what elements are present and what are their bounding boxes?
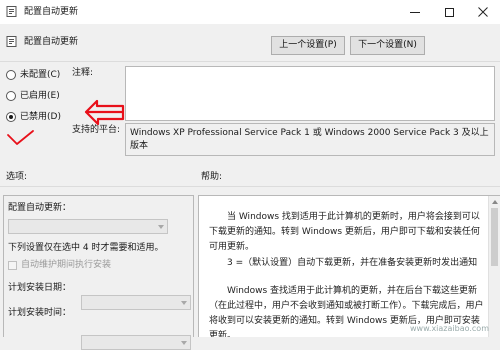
radio-label: 已启用(E) — [20, 91, 60, 101]
policy-icon — [6, 36, 17, 47]
help-paragraph: 3 =（默认设置）自动下载更新，并在准备安装更新时发出通知 — [227, 258, 478, 268]
minimize-icon — [410, 11, 420, 13]
radio-button[interactable] — [6, 70, 16, 80]
comment-textarea[interactable] — [125, 66, 495, 121]
maximize-button[interactable] — [432, 0, 466, 24]
configure-updates-dropdown[interactable] — [8, 219, 168, 234]
previous-setting-button[interactable]: 上一个设置(P) — [271, 36, 345, 55]
divider — [0, 61, 500, 62]
install-time-dropdown[interactable] — [81, 335, 191, 350]
divider — [0, 186, 500, 187]
annotation-checkmark — [7, 130, 34, 145]
radio-button-selected[interactable] — [6, 112, 16, 122]
setting-title: 配置自动更新 — [24, 37, 79, 47]
next-setting-button[interactable]: 下一个设置(N) — [350, 36, 425, 55]
help-panel: 当 Windows 找到适用于此计算机的更新时，用户将会接到可以下载更新的通知。… — [198, 195, 500, 337]
configure-updates-label: 配置自动更新： — [8, 203, 72, 213]
chevron-down-icon — [181, 301, 187, 305]
minimize-button[interactable] — [398, 0, 432, 24]
help-heading: 帮助: — [201, 172, 223, 182]
maximize-icon — [444, 7, 454, 17]
scroll-up-icon[interactable] — [492, 200, 498, 204]
title-bar: 配置自动更新 — [0, 0, 500, 24]
auto-maintenance-label: 自动维护期间执行安装 — [21, 260, 112, 270]
radio-disabled[interactable]: 已禁用(D) — [6, 110, 61, 124]
policy-icon — [6, 6, 17, 17]
radio-enabled[interactable]: 已启用(E) — [6, 89, 60, 103]
scroll-thumb[interactable] — [491, 208, 498, 266]
radio-label: 未配置(C) — [20, 70, 61, 80]
install-day-label: 计划安装日期： — [8, 283, 72, 293]
comment-label: 注释: — [72, 68, 94, 78]
auto-maintenance-checkbox-row[interactable]: 自动维护期间执行安装 — [8, 259, 111, 271]
supported-on-value: Windows XP Professional Service Pack 1 或… — [125, 123, 495, 156]
install-day-dropdown[interactable] — [81, 295, 191, 310]
help-scrollbar[interactable] — [488, 196, 500, 337]
supported-on-label: 支持的平台: — [72, 125, 121, 135]
options-heading: 选项: — [6, 172, 28, 182]
install-time-label: 计划安装时间： — [8, 308, 72, 318]
chevron-down-icon — [158, 225, 164, 229]
radio-not-configured[interactable]: 未配置(C) — [6, 68, 60, 82]
options-panel: 配置自动更新： 下列设置仅在选中 4 时才需要和适用。 自动维护期间执行安装 计… — [3, 195, 194, 350]
settings-note: 下列设置仅在选中 4 时才需要和适用。 — [8, 243, 164, 253]
auto-maintenance-checkbox[interactable] — [8, 260, 17, 270]
chevron-down-icon — [181, 341, 187, 345]
annotation-arrow — [84, 99, 125, 126]
help-paragraph: 当 Windows 找到适用于此计算机的更新时，用户将会接到可以下载更新的通知。… — [209, 212, 480, 252]
radio-button[interactable] — [6, 91, 16, 101]
close-button[interactable] — [466, 0, 500, 24]
radio-label: 已禁用(D) — [20, 112, 61, 122]
close-icon — [478, 7, 488, 17]
window-title: 配置自动更新 — [24, 7, 79, 17]
watermark: www.xiazaibao.com — [410, 324, 489, 333]
